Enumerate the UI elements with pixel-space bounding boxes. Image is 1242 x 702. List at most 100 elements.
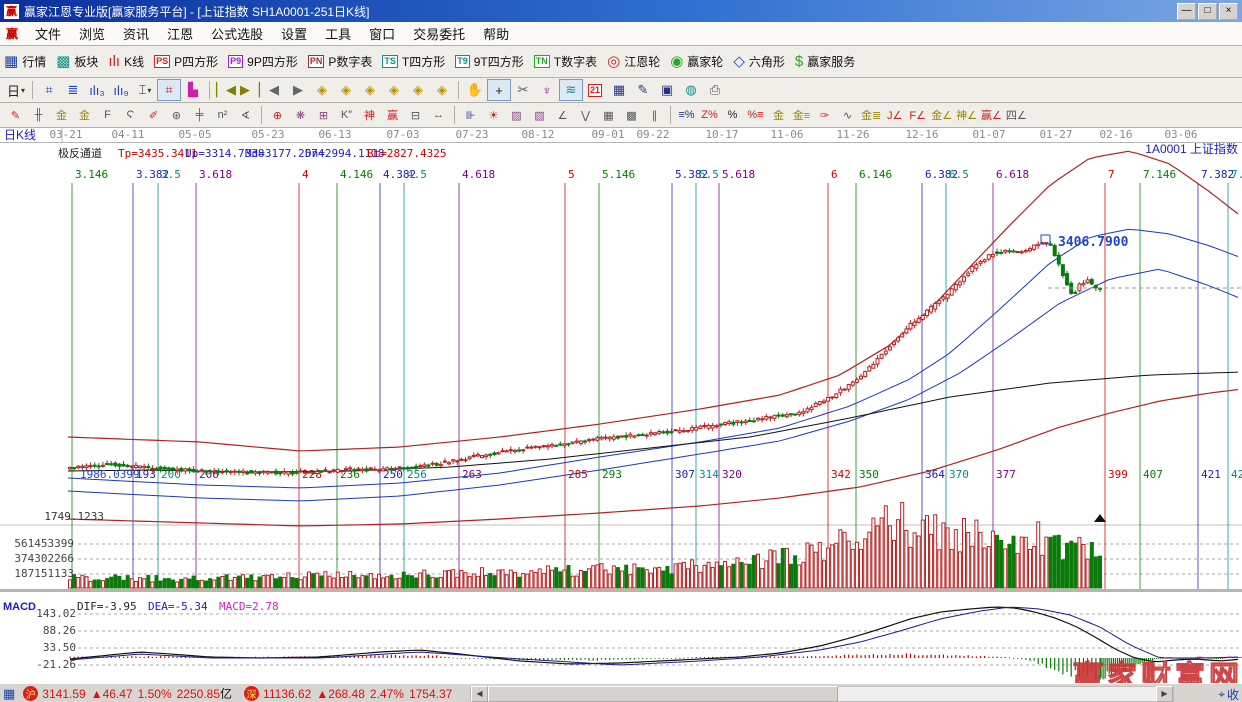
save-floppy-icon[interactable]: ▣: [655, 79, 679, 101]
chart-area[interactable]: 3.1463.3821933.52003.61820642284.1462364…: [0, 128, 1242, 683]
hand-pan-icon[interactable]: ✋: [463, 79, 487, 101]
angle-lines-icon[interactable]: ∠: [551, 104, 574, 126]
diamond-center-icon[interactable]: ◈: [406, 79, 430, 101]
percent-icon[interactable]: %: [721, 104, 744, 126]
t-square-button[interactable]: TST四方形: [382, 53, 445, 70]
menu-item-8[interactable]: 交易委托: [404, 22, 474, 45]
shanghai-market-icon[interactable]: 沪: [23, 686, 38, 701]
menu-item-9[interactable]: 帮助: [474, 22, 518, 45]
angle-ruler-icon[interactable]: ∢: [234, 104, 257, 126]
a-wave-icon[interactable]: ∿: [836, 104, 859, 126]
quote-grid-icon[interactable]: ▦: [3, 686, 15, 702]
wave-tool-icon[interactable]: ≋: [559, 79, 583, 101]
circle-cross-icon[interactable]: ⊕: [266, 104, 289, 126]
9p-square-button[interactable]: P99P四方形: [228, 53, 298, 70]
net-grid-icon[interactable]: ⌗: [37, 79, 61, 101]
grid-square-icon[interactable]: ▦: [597, 104, 620, 126]
menu-item-1[interactable]: 浏览: [70, 22, 114, 45]
k-mark-icon[interactable]: K″: [335, 104, 358, 126]
f-ruler-icon[interactable]: F: [96, 104, 119, 126]
ying-angle-icon[interactable]: 赢∠: [979, 104, 1004, 126]
9t-square-button[interactable]: T99T四方形: [455, 53, 524, 70]
calendar-21-icon[interactable]: 21: [583, 79, 607, 101]
gann-grid-icon[interactable]: ⌗: [157, 79, 181, 101]
winner-wheel-button[interactable]: ◉赢家轮: [670, 53, 723, 70]
color-histogram-icon[interactable]: ▙: [181, 79, 205, 101]
hexagon-button[interactable]: ◇六角形: [733, 53, 785, 70]
fibo-percent-icon[interactable]: ≡%: [675, 104, 698, 126]
maximize-button[interactable]: □: [1198, 3, 1217, 20]
quotes-button[interactable]: ▦行情: [4, 53, 46, 70]
calculator-icon[interactable]: ▦: [607, 79, 631, 101]
menu-item-6[interactable]: 工具: [316, 22, 360, 45]
brush-icon[interactable]: ✑: [813, 104, 836, 126]
menu-item-7[interactable]: 窗口: [360, 22, 404, 45]
close-button[interactable]: ×: [1219, 3, 1238, 20]
percent-line-icon[interactable]: %≡: [744, 104, 767, 126]
gold-angle-icon[interactable]: 金∠: [929, 104, 954, 126]
ruler-hash-icon[interactable]: ╫: [27, 104, 50, 126]
minimize-button[interactable]: —: [1177, 3, 1196, 20]
fan-box2-icon[interactable]: ▧: [528, 104, 551, 126]
horizontal-scrollbar[interactable]: ◀ ▶: [470, 686, 1174, 702]
fan-box-icon[interactable]: ▨: [505, 104, 528, 126]
bow-ruler-icon[interactable]: Ϛ: [119, 104, 142, 126]
detail-panel-icon[interactable]: ≣: [61, 79, 85, 101]
t-number-table-button[interactable]: TNT数字表: [534, 53, 597, 70]
scale-chart-icon[interactable]: ⊪: [459, 104, 482, 126]
ying-grid-icon[interactable]: 赢: [381, 104, 404, 126]
p-square-button[interactable]: PSP四方形: [154, 53, 218, 70]
grid-123-icon[interactable]: ⊟: [404, 104, 427, 126]
last-page-icon[interactable]: ▶▕: [238, 79, 262, 101]
z-percent-icon[interactable]: Z%: [698, 104, 721, 126]
grid-square2-icon[interactable]: ▩: [620, 104, 643, 126]
crosshair-icon[interactable]: +: [487, 79, 511, 101]
scrollbar-thumb[interactable]: [488, 686, 838, 702]
bars-9-icon[interactable]: ılı₉: [109, 79, 133, 101]
gold-circle-icon[interactable]: 金: [767, 104, 790, 126]
gold-ruler-icon[interactable]: 金: [50, 104, 73, 126]
width-arrow-icon[interactable]: ↔: [427, 104, 450, 126]
menu-item-2[interactable]: 资讯: [114, 22, 158, 45]
grid-target-icon[interactable]: ⊞: [312, 104, 335, 126]
p-number-table-button[interactable]: PNP数字表: [308, 53, 373, 70]
diamond-fit-icon[interactable]: ◈: [430, 79, 454, 101]
j-angle-icon[interactable]: J∠: [883, 104, 906, 126]
shen-grid-icon[interactable]: 神: [358, 104, 381, 126]
compass-pencil2-icon[interactable]: ✐: [142, 104, 165, 126]
f-angle-icon[interactable]: F∠: [906, 104, 929, 126]
gann-wheel-button[interactable]: ◎江恩轮: [607, 53, 660, 70]
next-page-icon[interactable]: ▶: [286, 79, 310, 101]
bars-3-icon[interactable]: ılı₃: [85, 79, 109, 101]
spiral-icon[interactable]: ❋: [289, 104, 312, 126]
menu-item-4[interactable]: 公式选股: [202, 22, 272, 45]
scissors-icon[interactable]: ✂: [511, 79, 535, 101]
diamond-compress-icon[interactable]: ◈: [382, 79, 406, 101]
notepad-icon[interactable]: ✎: [631, 79, 655, 101]
candle-style-icon[interactable]: ⌶▾: [133, 79, 157, 101]
period-day-selector[interactable]: 日▾: [4, 79, 28, 101]
gold-line-icon[interactable]: 金≡: [790, 104, 813, 126]
compass-pencil-icon[interactable]: ✎: [4, 104, 27, 126]
four-angle-icon[interactable]: 四∠: [1004, 104, 1029, 126]
prev-page-icon[interactable]: ◀: [262, 79, 286, 101]
diamond-expand-icon[interactable]: ◈: [358, 79, 382, 101]
shenzhen-market-icon[interactable]: 深: [244, 686, 259, 701]
compass-circle-icon[interactable]: ⊛: [165, 104, 188, 126]
winner-service-button[interactable]: $赢家服务: [795, 53, 855, 70]
hash2-icon[interactable]: ╪: [188, 104, 211, 126]
menu-item-0[interactable]: 文件: [26, 22, 70, 45]
v-wave-icon[interactable]: ⋁: [574, 104, 597, 126]
menu-item-3[interactable]: 江恩: [158, 22, 202, 45]
kline-button[interactable]: ılıK线: [108, 53, 144, 70]
menu-item-5[interactable]: 设置: [272, 22, 316, 45]
sectors-button[interactable]: ▩板块: [56, 53, 98, 70]
scroll-left-icon[interactable]: ◀: [471, 686, 488, 702]
gann-fan-tool-icon[interactable]: ♆: [535, 79, 559, 101]
diamond-shift-left-icon[interactable]: ◈: [310, 79, 334, 101]
first-page-icon[interactable]: ▏◀: [214, 79, 238, 101]
diamond-shift-right-icon[interactable]: ◈: [334, 79, 358, 101]
gold-ruler2-icon[interactable]: 金: [73, 104, 96, 126]
print-icon[interactable]: ⎙: [703, 79, 727, 101]
scroll-right-icon[interactable]: ▶: [1156, 686, 1173, 702]
